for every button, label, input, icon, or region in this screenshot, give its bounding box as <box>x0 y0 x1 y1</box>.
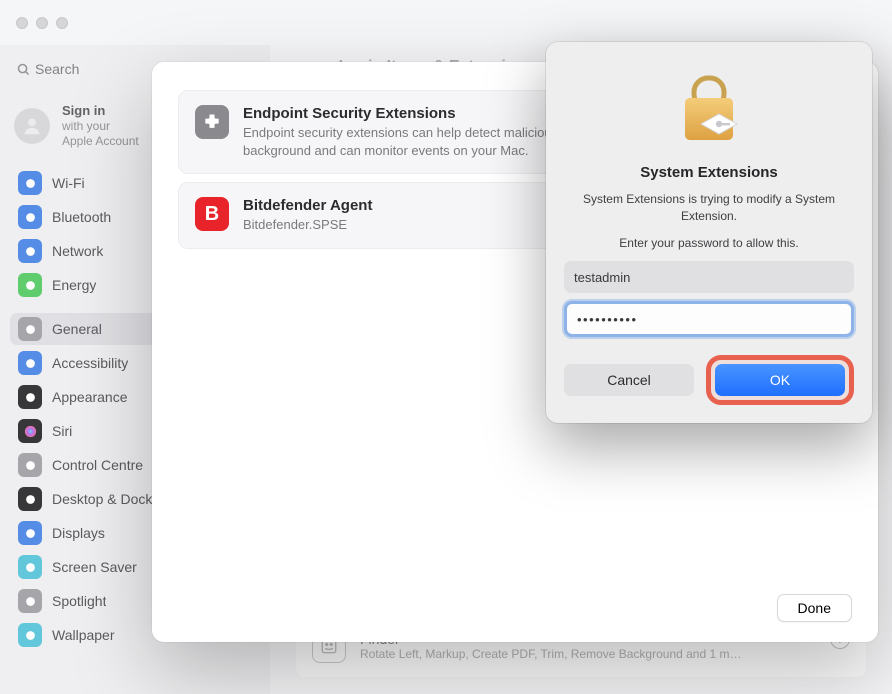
wi-fi-icon <box>18 171 42 195</box>
ok-button[interactable]: OK <box>715 364 845 396</box>
sidebar-item-label: Desktop & Dock <box>52 491 152 507</box>
siri-icon <box>18 419 42 443</box>
titlebar <box>0 0 892 45</box>
auth-message-2: Enter your password to allow this. <box>619 235 798 252</box>
displays-icon <box>18 521 42 545</box>
sidebar-item-label: Screen Saver <box>52 559 137 575</box>
network-icon <box>18 239 42 263</box>
zoom-window-icon[interactable] <box>56 17 68 29</box>
sidebar-item-label: Control Centre <box>52 457 143 473</box>
search-icon <box>16 62 31 77</box>
lock-icon <box>674 66 744 150</box>
window-controls <box>16 17 68 29</box>
sidebar-item-label: Displays <box>52 525 105 541</box>
account-text: Sign in with your Apple Account <box>62 103 139 149</box>
bitdefender-title: Bitdefender Agent <box>243 197 372 214</box>
bitdefender-subtitle: Bitdefender.SPSE <box>243 216 372 234</box>
energy-icon <box>18 273 42 297</box>
extension-icon <box>195 105 229 139</box>
wallpaper-icon <box>18 623 42 647</box>
desktop-dock-icon <box>18 487 42 511</box>
minimize-window-icon[interactable] <box>36 17 48 29</box>
sidebar-item-label: Wallpaper <box>52 627 115 643</box>
control-centre-icon <box>18 453 42 477</box>
avatar <box>14 108 50 144</box>
sidebar-item-label: General <box>52 321 102 337</box>
sidebar-item-label: Siri <box>52 423 72 439</box>
bitdefender-icon: B <box>195 197 229 231</box>
auth-dialog: System Extensions System Extensions is t… <box>546 42 872 423</box>
sidebar-item-label: Network <box>52 243 103 259</box>
sidebar-item-label: Bluetooth <box>52 209 111 225</box>
password-field[interactable] <box>564 301 854 337</box>
auth-title: System Extensions <box>640 164 778 181</box>
spotlight-icon <box>18 589 42 613</box>
bluetooth-icon <box>18 205 42 229</box>
sidebar-item-label: Appearance <box>52 389 128 405</box>
auth-message-1: System Extensions is trying to modify a … <box>564 191 854 225</box>
ok-button-highlight: OK <box>706 355 854 405</box>
sidebar-item-label: Accessibility <box>52 355 128 371</box>
screen-saver-icon <box>18 555 42 579</box>
close-window-icon[interactable] <box>16 17 28 29</box>
finder-subtitle: Rotate Left, Markup, Create PDF, Trim, R… <box>360 647 742 661</box>
done-button[interactable]: Done <box>777 594 852 622</box>
accessibility-icon <box>18 351 42 375</box>
username-field[interactable] <box>564 261 854 293</box>
appearance-icon <box>18 385 42 409</box>
sidebar-item-label: Spotlight <box>52 593 106 609</box>
sidebar-item-label: Energy <box>52 277 96 293</box>
sidebar-item-label: Wi-Fi <box>52 175 85 191</box>
cancel-button[interactable]: Cancel <box>564 364 694 396</box>
general-icon <box>18 317 42 341</box>
